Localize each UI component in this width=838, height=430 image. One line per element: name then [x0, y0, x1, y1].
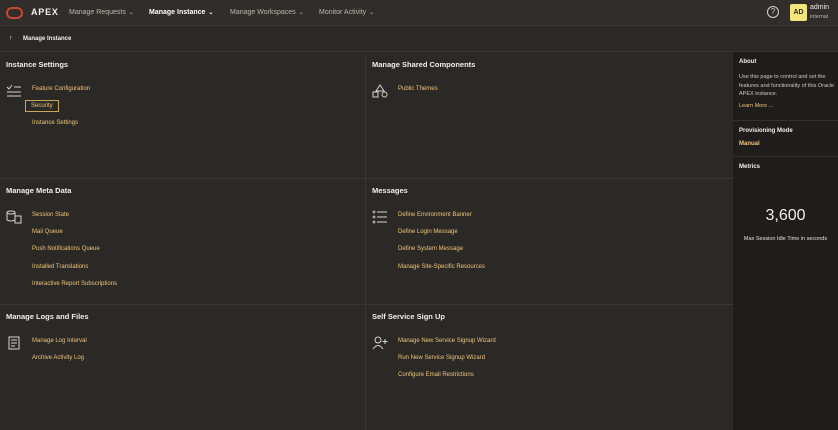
list-icon — [372, 210, 387, 224]
push-notifications-queue-link[interactable]: Push Notifications Queue — [32, 246, 100, 252]
mail-queue-link[interactable]: Mail Queue — [32, 229, 63, 235]
metrics-heading: Metrics — [739, 164, 761, 170]
oracle-logo-icon[interactable] — [6, 7, 23, 19]
about-heading: About — [739, 59, 757, 65]
metric-value: 3,600 — [765, 207, 806, 224]
archive-activity-log-link[interactable]: Archive Activity Log — [32, 355, 84, 361]
list-item: Mail Queue — [32, 228, 117, 245]
user-name[interactable]: admin — [810, 4, 829, 11]
help-icon[interactable]: ? — [767, 6, 779, 18]
region-messages: Messages Define Environment Banner Defin… — [366, 179, 733, 305]
user-workspace: internal — [810, 14, 829, 20]
nav-manage-requests[interactable]: Manage Requests ⌄ — [69, 9, 134, 16]
about-section: About Use this page to control and set t… — [733, 52, 838, 121]
provisioning-section: Provisioning Mode Manual — [733, 121, 838, 157]
region-self-service: Self Service Sign Up Manage New Service … — [366, 305, 733, 430]
list-item: Configure Email Restrictions — [398, 371, 496, 388]
session-state-link[interactable]: Session State — [32, 212, 69, 218]
region-instance-settings: Instance Settings Feature Configuration … — [0, 53, 366, 179]
metric-label: Max Session Idle Time in seconds — [743, 236, 828, 242]
list-item: Security — [25, 100, 90, 119]
user-add-icon — [372, 336, 388, 350]
checklist-settings-icon — [6, 84, 21, 97]
list-item: Run New Service Signup Wizard — [398, 354, 496, 371]
manage-log-interval-link[interactable]: Manage Log Interval — [32, 338, 87, 344]
nav-label: Monitor Activity — [319, 9, 367, 16]
list-item: Interactive Report Subscriptions — [32, 280, 117, 297]
list-item: Push Notifications Queue — [32, 245, 117, 262]
list-item: Define Login Message — [398, 228, 485, 245]
manage-site-specific-resources-link[interactable]: Manage Site-Specific Resources — [398, 264, 485, 270]
public-themes-link[interactable]: Public Themes — [398, 86, 438, 92]
chevron-down-icon: ⌄ — [128, 10, 134, 16]
nav-monitor-activity[interactable]: Monitor Activity ⌄ — [319, 9, 374, 16]
installed-translations-link[interactable]: Installed Translations — [32, 264, 88, 270]
database-file-icon — [6, 210, 22, 224]
chevron-down-icon: ⌄ — [208, 10, 214, 16]
define-login-message-link[interactable]: Define Login Message — [398, 229, 458, 235]
about-text: Use this page to control and set the fea… — [739, 74, 835, 97]
nav-label: Manage Workspaces — [230, 9, 296, 16]
define-environment-banner-link[interactable]: Define Environment Banner — [398, 212, 472, 218]
instance-settings-link[interactable]: Instance Settings — [32, 120, 78, 126]
link-list: Manage Log Interval Archive Activity Log — [32, 337, 87, 371]
page-title: Manage Instance — [23, 36, 72, 42]
avatar[interactable]: AD — [790, 4, 807, 21]
region-title: Self Service Sign Up — [372, 312, 445, 321]
region-logs-files: Manage Logs and Files Manage Log Interva… — [0, 305, 366, 430]
list-item: Session State — [32, 211, 117, 228]
link-list: Define Environment Banner Define Login M… — [398, 211, 485, 280]
learn-more-link[interactable]: Learn More ... — [739, 103, 773, 109]
list-item: Installed Translations — [32, 263, 117, 280]
link-list: Feature Configuration Security Instance … — [25, 85, 90, 137]
nav-label: Manage Requests — [69, 9, 126, 16]
region-title: Manage Shared Components — [372, 60, 476, 69]
list-item: Instance Settings — [32, 119, 90, 136]
list-item: Archive Activity Log — [32, 354, 87, 371]
right-sidebar: About Use this page to control and set t… — [733, 52, 838, 430]
provisioning-value: Manual — [739, 141, 760, 147]
region-meta-data: Manage Meta Data Session State Mail Queu… — [0, 179, 366, 305]
document-log-icon — [8, 336, 20, 350]
feature-configuration-link[interactable]: Feature Configuration — [32, 86, 90, 92]
chevron-down-icon: ⌄ — [369, 10, 375, 16]
chevron-down-icon: ⌄ — [298, 10, 304, 16]
link-list: Manage New Service Signup Wizard Run New… — [398, 337, 496, 389]
region-title: Manage Meta Data — [6, 186, 72, 195]
interactive-report-subscriptions-link[interactable]: Interactive Report Subscriptions — [32, 281, 117, 287]
security-link[interactable]: Security — [25, 100, 59, 113]
list-item: Public Themes — [398, 85, 438, 102]
top-navigation-bar: APEX Manage Requests ⌄ Manage Instance ⌄ M… — [0, 0, 838, 26]
shapes-icon — [372, 84, 388, 98]
list-item: Manage Site-Specific Resources — [398, 263, 485, 280]
nav-label: Manage Instance — [149, 9, 206, 16]
arrow-up-icon[interactable]: ↑ — [9, 35, 13, 42]
region-title: Manage Logs and Files — [6, 312, 89, 321]
region-shared-components: Manage Shared Components Public Themes — [366, 53, 733, 179]
link-list: Public Themes — [398, 85, 438, 102]
app-brand[interactable]: APEX — [31, 7, 59, 17]
define-system-message-link[interactable]: Define System Message — [398, 246, 463, 252]
provisioning-heading: Provisioning Mode — [739, 128, 793, 134]
breadcrumb: ↑ Manage Instance — [0, 27, 838, 52]
list-item: Define System Message — [398, 245, 485, 262]
nav-manage-instance[interactable]: Manage Instance ⌄ — [149, 9, 213, 16]
region-title: Instance Settings — [6, 60, 69, 69]
list-item: Manage New Service Signup Wizard — [398, 337, 496, 354]
manage-new-service-signup-wizard-link[interactable]: Manage New Service Signup Wizard — [398, 338, 496, 344]
link-list: Session State Mail Queue Push Notificati… — [32, 211, 117, 297]
nav-manage-workspaces[interactable]: Manage Workspaces ⌄ — [230, 9, 304, 16]
run-new-service-signup-wizard-link[interactable]: Run New Service Signup Wizard — [398, 355, 485, 361]
metrics-section: Metrics 3,600 Max Session Idle Time in s… — [733, 157, 838, 430]
region-title: Messages — [372, 186, 408, 195]
configure-email-restrictions-link[interactable]: Configure Email Restrictions — [398, 372, 474, 378]
list-item: Define Environment Banner — [398, 211, 485, 228]
list-item: Manage Log Interval — [32, 337, 87, 354]
list-item: Feature Configuration — [32, 85, 90, 102]
